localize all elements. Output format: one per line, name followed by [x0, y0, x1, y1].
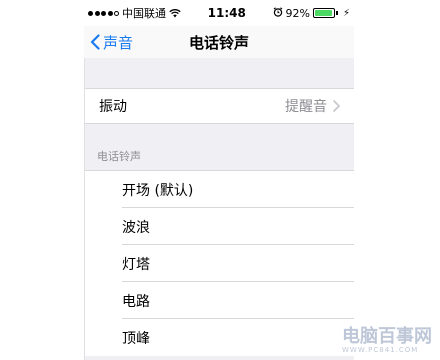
back-button[interactable]: 声音	[90, 26, 133, 58]
phone-screen: 中国联通 11:48 92% ⚡ 声音 电话铃声 振动 提醒音 电话铃声 开场 …	[0, 0, 440, 360]
vibration-value: 提醒音	[285, 99, 327, 115]
ringtone-item[interactable]: 电路	[85, 282, 354, 319]
ringtone-label: 顶峰	[122, 330, 150, 347]
vibration-row[interactable]: 振动 提醒音	[85, 88, 354, 124]
battery-percent: 92%	[285, 6, 310, 20]
settings-content: 振动 提醒音 电话铃声 开场 (默认) 波浪灯塔电路顶峰	[84, 58, 354, 360]
navigation-bar: 声音 电话铃声	[84, 26, 354, 58]
status-bar: 中国联通 11:48 92% ⚡	[84, 0, 354, 26]
ringtones-section-header: 电话铃声	[97, 150, 141, 163]
vibration-label: 振动	[99, 99, 127, 115]
watermark: 电脑百事网 WWW.PC841.COM	[342, 326, 432, 355]
ringtone-item[interactable]: 灯塔	[85, 245, 354, 282]
ringtone-label: 灯塔	[122, 256, 150, 273]
carrier-name: 中国联通	[122, 7, 166, 20]
ringtone-label: 电路	[122, 293, 150, 310]
signal-strength-icon	[88, 10, 119, 16]
ringtone-list: 开场 (默认) 波浪灯塔电路顶峰	[85, 170, 354, 356]
page-title: 电话铃声	[188, 33, 249, 52]
battery-icon	[312, 8, 338, 18]
wifi-icon	[169, 8, 181, 18]
ringtone-item[interactable]: 开场 (默认)	[85, 171, 354, 208]
ringtone-item[interactable]: 波浪	[85, 208, 354, 245]
battery-fill	[314, 10, 332, 16]
chevron-right-icon	[333, 100, 340, 112]
status-right: 92% ⚡	[273, 7, 350, 20]
status-left: 中国联通	[88, 5, 181, 21]
charging-icon: ⚡	[342, 7, 350, 19]
alarm-icon	[273, 6, 283, 20]
ringtone-label: 波浪	[122, 219, 150, 236]
ringtone-item[interactable]: 顶峰	[85, 319, 354, 356]
watermark-text: 电脑百事网	[342, 326, 432, 347]
watermark-url: WWW.PC841.COM	[342, 346, 419, 354]
status-time: 11:48	[207, 6, 246, 20]
back-button-label: 声音	[103, 33, 134, 52]
vibration-detail: 提醒音	[285, 96, 340, 116]
chevron-left-icon	[90, 34, 100, 50]
group-spacer	[85, 58, 354, 88]
ringtone-label: 开场 (默认)	[122, 182, 194, 199]
